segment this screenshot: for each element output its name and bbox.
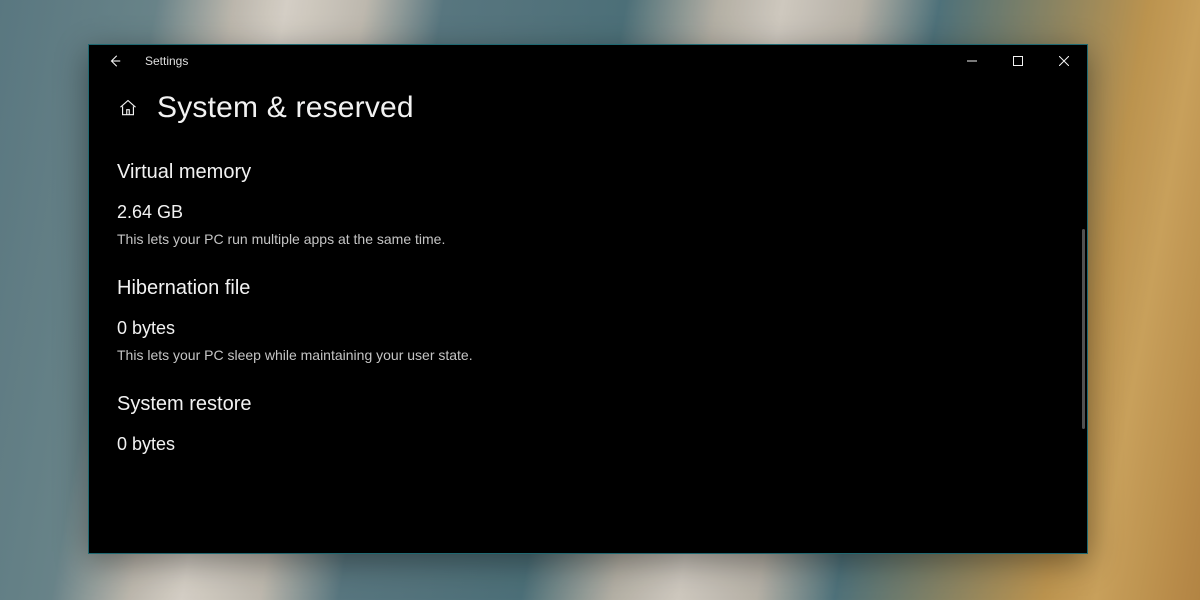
home-button[interactable] <box>117 97 139 119</box>
section-heading: Hibernation file <box>117 277 1059 300</box>
system-restore-value: 0 bytes <box>117 434 1059 455</box>
section-heading: Virtual memory <box>117 161 1059 184</box>
minimize-icon <box>967 56 977 66</box>
window-body: System & reserved Virtual memory 2.64 GB… <box>89 77 1087 553</box>
titlebar: Settings <box>89 45 1087 77</box>
section-system-restore: System restore 0 bytes <box>117 393 1059 455</box>
virtual-memory-description: This lets your PC run multiple apps at t… <box>117 231 1059 247</box>
page-header: System & reserved <box>117 91 1059 125</box>
close-icon <box>1059 56 1069 66</box>
back-button[interactable] <box>105 51 125 71</box>
page-title: System & reserved <box>157 91 414 125</box>
window-title: Settings <box>145 54 188 68</box>
close-button[interactable] <box>1041 45 1087 77</box>
virtual-memory-value: 2.64 GB <box>117 202 1059 223</box>
desktop-wallpaper: Settings <box>0 0 1200 600</box>
scrollbar-thumb[interactable] <box>1082 229 1085 429</box>
section-virtual-memory: Virtual memory 2.64 GB This lets your PC… <box>117 161 1059 247</box>
maximize-icon <box>1013 56 1023 66</box>
hibernation-file-description: This lets your PC sleep while maintainin… <box>117 347 1059 363</box>
section-hibernation-file: Hibernation file 0 bytes This lets your … <box>117 277 1059 363</box>
home-icon <box>118 98 138 118</box>
section-heading: System restore <box>117 393 1059 416</box>
settings-window: Settings <box>88 44 1088 554</box>
arrow-left-icon <box>108 54 122 68</box>
maximize-button[interactable] <box>995 45 1041 77</box>
minimize-button[interactable] <box>949 45 995 77</box>
hibernation-file-value: 0 bytes <box>117 318 1059 339</box>
